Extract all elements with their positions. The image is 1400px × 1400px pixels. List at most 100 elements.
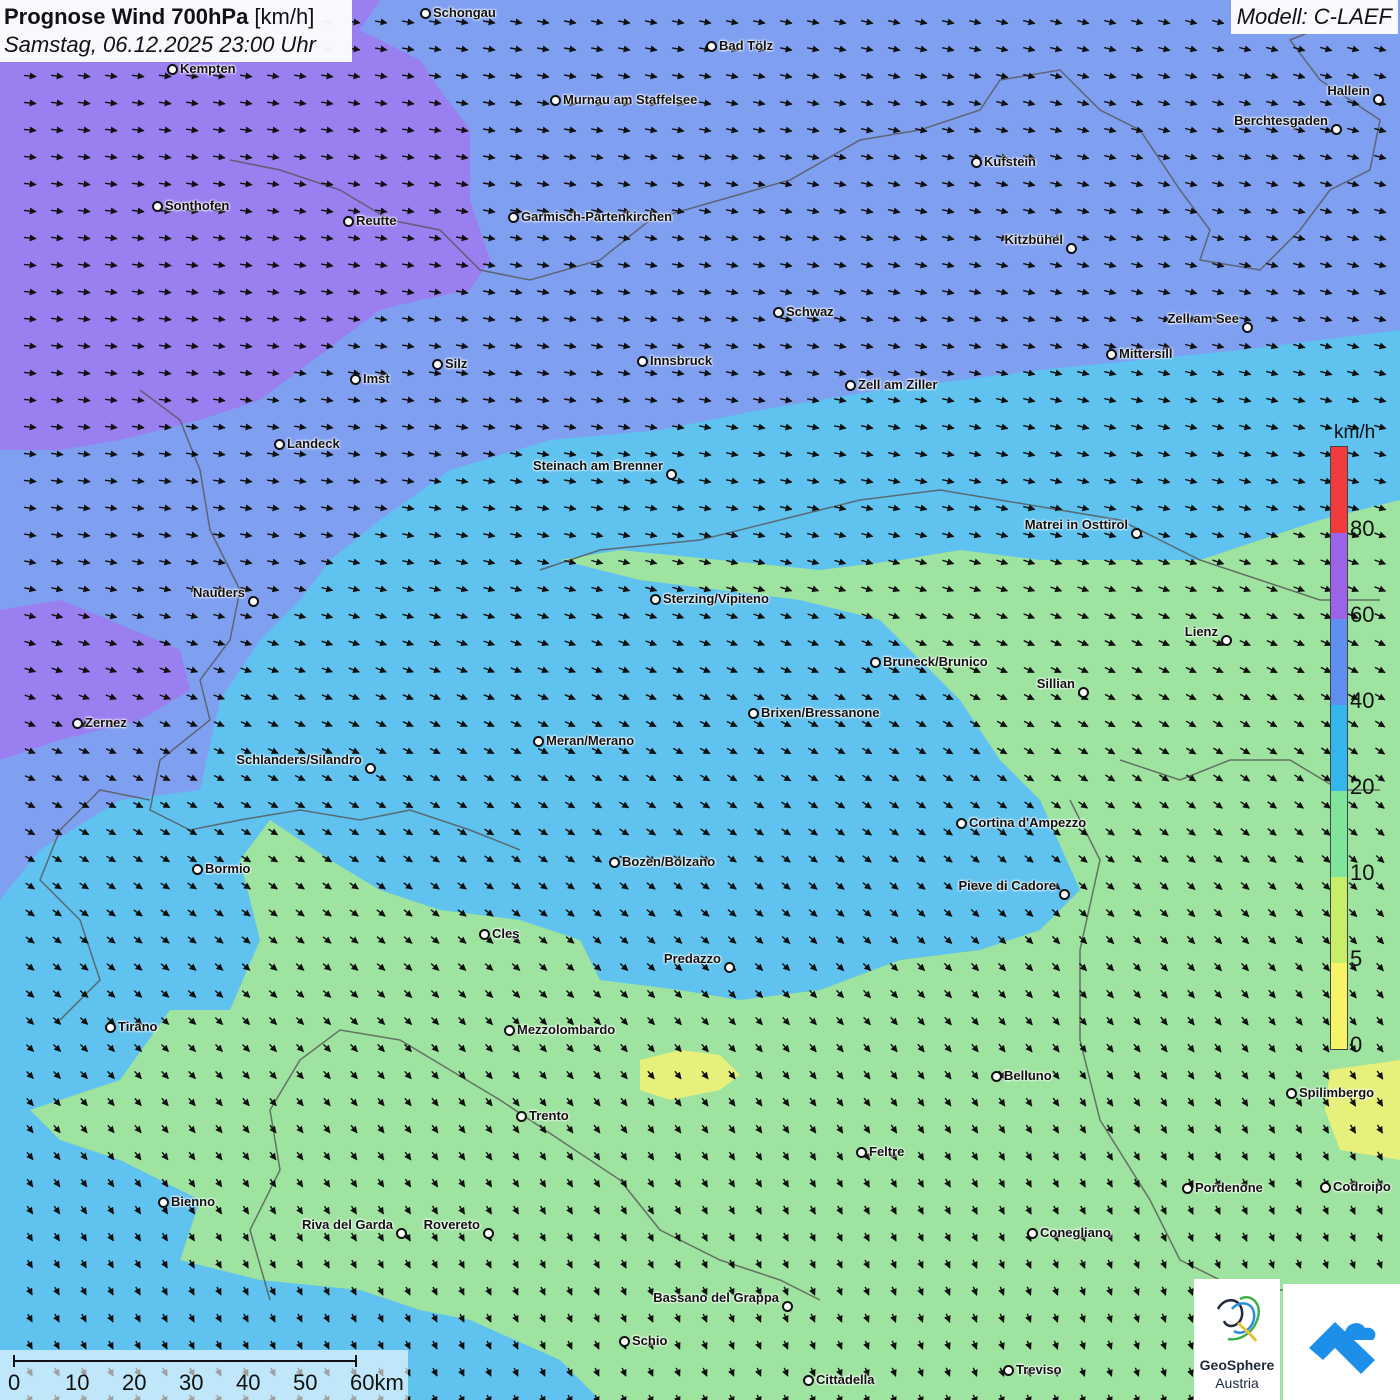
city-marker <box>483 1228 494 1239</box>
city-label: Mittersill <box>1119 346 1173 361</box>
scale-line <box>13 1355 357 1367</box>
city-label: Mezzolombardo <box>517 1022 616 1037</box>
city-label: Brixen/Bressanone <box>761 705 880 720</box>
city-marker <box>1320 1182 1331 1193</box>
city-label: Landeck <box>287 436 340 451</box>
legend-tick-label: 0 <box>1350 1032 1363 1057</box>
city-label: Zell am Ziller <box>858 377 938 392</box>
city-marker <box>666 469 677 480</box>
city-marker <box>158 1197 169 1208</box>
legend-segment <box>1331 705 1347 791</box>
city-marker <box>350 374 361 385</box>
city-label: Kempten <box>180 61 236 76</box>
geosphere-logo: GeoSphere Austria <box>1194 1279 1280 1400</box>
legend-tick-label: 10 <box>1350 860 1375 885</box>
city-marker <box>1286 1088 1297 1099</box>
city-label: Cittadella <box>816 1372 875 1387</box>
city-marker <box>782 1301 793 1312</box>
legend-segment <box>1331 791 1347 877</box>
city-label: Lienz <box>1184 624 1218 639</box>
legend-tick-label: 80 <box>1350 516 1375 541</box>
city-label: Bozen/Bolzano <box>622 854 716 869</box>
city-marker <box>533 736 544 747</box>
title-box: Prognose Wind 700hPa [km/h] Samstag, 06.… <box>0 0 352 62</box>
scale-tick-label: 10 <box>65 1370 90 1395</box>
city-marker <box>504 1025 515 1036</box>
city-label: Spilimbergo <box>1299 1085 1375 1100</box>
city-marker <box>365 763 376 774</box>
mountain-cloud-icon <box>1309 1322 1376 1374</box>
legend-segment <box>1331 533 1347 619</box>
city-label: Murnau am Staffelsee <box>563 92 698 107</box>
scale-tick-label: 20 <box>122 1370 147 1395</box>
city-marker <box>1059 889 1070 900</box>
city-label: Bienno <box>171 1194 216 1209</box>
city-marker <box>167 64 178 75</box>
city-label: Pieve di Cadore <box>958 878 1056 893</box>
city-label: Steinach am Brenner <box>532 458 663 473</box>
city-marker <box>516 1111 527 1122</box>
city-marker <box>637 356 648 367</box>
city-label: Predazzo <box>663 951 721 966</box>
city-marker <box>152 201 163 212</box>
city-label: Cles <box>492 926 520 941</box>
legend-tick-label: 20 <box>1350 774 1375 799</box>
city-marker <box>274 439 285 450</box>
city-marker <box>956 818 967 829</box>
city-label: Sonthofen <box>165 198 230 213</box>
geosphere-swirl-icon <box>1216 1296 1261 1342</box>
city-marker <box>870 657 881 668</box>
city-marker <box>72 718 83 729</box>
city-label: Trento <box>529 1108 569 1123</box>
city-marker <box>619 1336 630 1347</box>
city-marker <box>1131 528 1142 539</box>
scale-bar: 0 10 20 30 40 50 60km <box>0 1350 408 1400</box>
scale-tick-label: 0 <box>8 1370 21 1395</box>
color-legend: km/h 80 60 40 20 10 5 0 <box>1326 420 1386 1060</box>
city-label: Hallein <box>1327 83 1370 98</box>
city-label: Reutte <box>356 213 397 228</box>
city-label: Sillian <box>1036 676 1075 691</box>
city-label: Silz <box>445 356 468 371</box>
city-marker <box>420 8 431 19</box>
city-label: Treviso <box>1016 1362 1062 1377</box>
legend-segment <box>1331 963 1347 1049</box>
legend-segment <box>1331 447 1347 533</box>
city-marker <box>396 1228 407 1239</box>
city-label: Kufstein <box>984 154 1036 169</box>
city-label: Garmisch-Partenkirchen <box>521 209 673 224</box>
city-label: Meran/Merano <box>546 733 635 748</box>
city-label: Zernez <box>85 715 127 730</box>
city-marker <box>1003 1365 1014 1376</box>
city-marker <box>1106 349 1117 360</box>
city-marker <box>508 212 519 223</box>
legend-segment <box>1331 877 1347 963</box>
legend-tick-label: 60 <box>1350 602 1375 627</box>
city-marker <box>971 157 982 168</box>
city-label: Schwaz <box>786 304 834 319</box>
map-title: Prognose Wind 700hPa [km/h] <box>4 3 352 31</box>
city-marker <box>550 95 561 106</box>
city-label: Matrei in Osttirol <box>1024 517 1128 532</box>
scale-tick-label: 40 <box>236 1370 261 1395</box>
city-marker <box>748 708 759 719</box>
legend-tick-label: 40 <box>1350 688 1375 713</box>
city-marker <box>343 216 354 227</box>
model-label: Modell: C-LAEF <box>1230 0 1398 34</box>
city-label: Nauders <box>192 585 245 600</box>
city-label: Feltre <box>869 1144 905 1159</box>
city-marker <box>432 359 443 370</box>
city-label: Schongau <box>433 5 496 20</box>
legend-color-bar <box>1330 446 1348 1050</box>
scale-tick-label: 30 <box>179 1370 204 1395</box>
city-marker <box>1027 1228 1038 1239</box>
scale-tick-label: 50 <box>293 1370 318 1395</box>
city-label: Codroipo <box>1333 1179 1391 1194</box>
geosphere-logo-subtext: Austria <box>1215 1375 1259 1391</box>
city-label: Bassano del Grappa <box>653 1290 779 1305</box>
city-marker <box>248 596 259 607</box>
city-label: Berchtesgaden <box>1234 113 1328 128</box>
city-marker <box>1066 243 1077 254</box>
legend-tick-label: 5 <box>1350 946 1363 971</box>
city-marker <box>856 1147 867 1158</box>
